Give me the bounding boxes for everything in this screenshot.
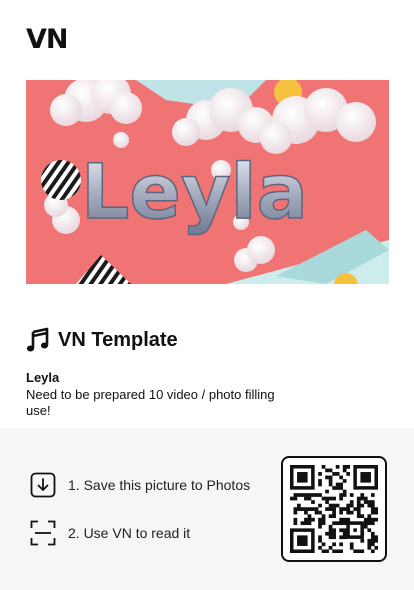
qr-code	[281, 456, 387, 562]
template-heading: VN Template	[26, 326, 178, 354]
scan-icon	[30, 520, 56, 546]
step-save-picture: 1. Save this picture to Photos	[29, 471, 250, 499]
music-note-icon	[26, 327, 49, 352]
step-save-label: 1. Save this picture to Photos	[68, 477, 251, 493]
download-icon	[30, 472, 56, 498]
vn-logo: VN	[26, 24, 68, 55]
qr-code-icon	[290, 465, 379, 554]
template-heading-text: VN Template	[58, 328, 178, 351]
template-name: Leyla	[26, 370, 60, 385]
balloon-letters: Leyla	[81, 147, 308, 236]
template-preview-art: Leyla	[26, 80, 389, 284]
template-description: Need to be prepared 10 video / photo fil…	[26, 387, 275, 418]
step-read-label: 2. Use VN to read it	[68, 525, 191, 541]
template-preview-image: Leyla	[26, 80, 389, 284]
step-read-with-vn: 2. Use VN to read it	[29, 519, 190, 547]
